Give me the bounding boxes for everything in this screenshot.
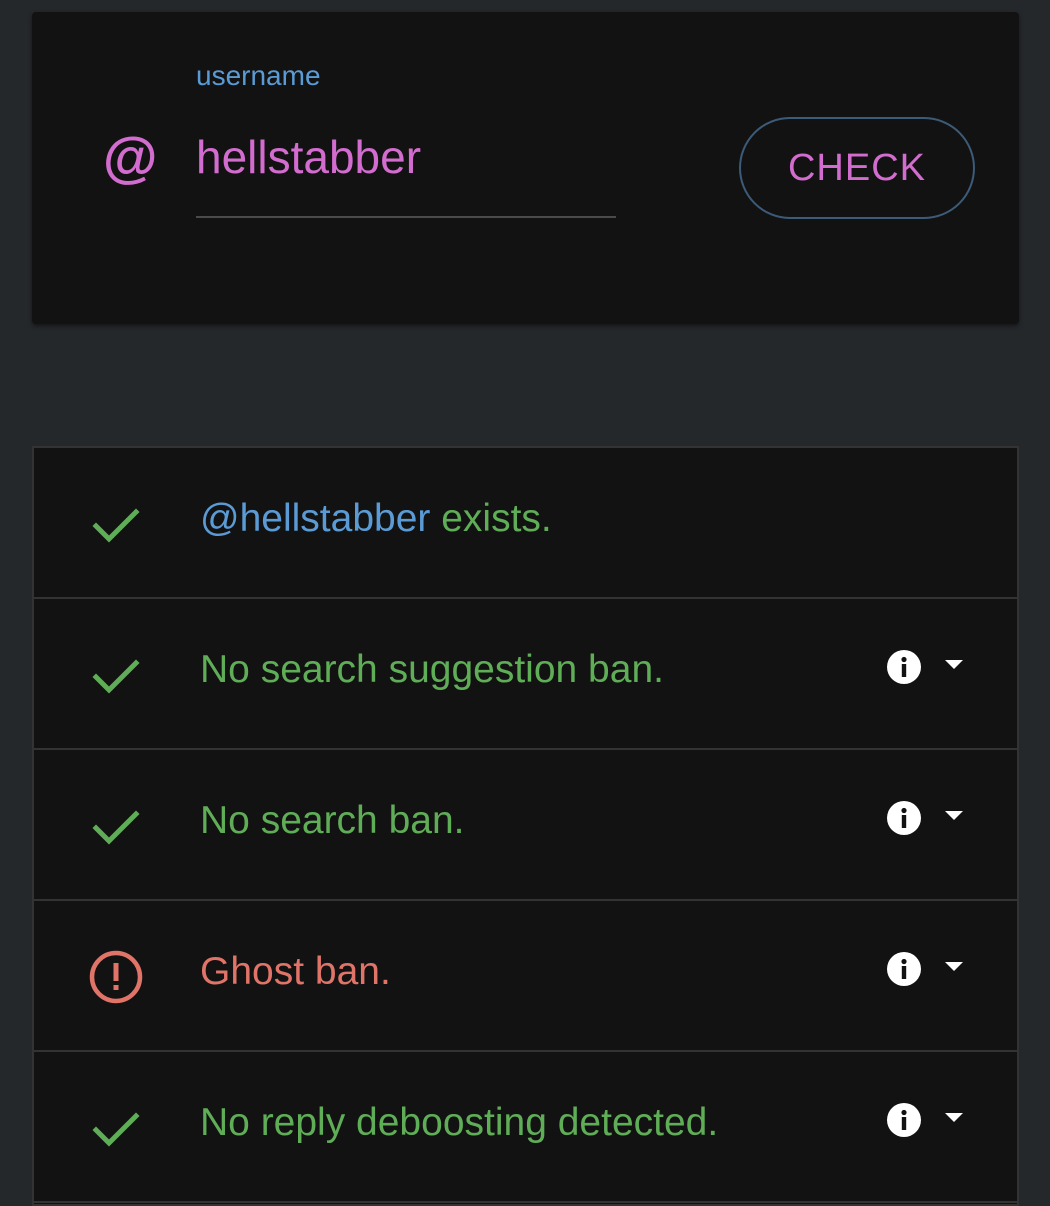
chevron-down-icon[interactable] xyxy=(942,959,966,975)
result-status-text: No search suggestion ban. xyxy=(200,648,664,691)
chevron-down-icon[interactable] xyxy=(942,1110,966,1126)
check-icon xyxy=(92,508,140,543)
check-icon xyxy=(92,810,140,845)
username-mention: @hellstabber xyxy=(200,497,431,540)
result-row-exists: @hellstabber exists. xyxy=(34,448,1017,599)
username-input[interactable] xyxy=(196,132,616,183)
result-status-text: Ghost ban. xyxy=(200,950,391,993)
check-button[interactable]: CHECK xyxy=(739,117,975,219)
chevron-down-icon[interactable] xyxy=(942,657,966,673)
username-field-underline xyxy=(196,216,616,218)
username-field-label: username xyxy=(196,60,321,91)
results-list: @hellstabber exists. No search suggestio… xyxy=(32,446,1019,1206)
result-status-text: No search ban. xyxy=(200,799,465,842)
at-icon: @ xyxy=(102,126,157,189)
result-row-reply-deboosting: No reply deboosting detected. xyxy=(34,1052,1017,1203)
result-status-text: exists. xyxy=(430,497,552,540)
result-row-search-ban: No search ban. xyxy=(34,750,1017,901)
result-row-ghost-ban: Ghost ban. xyxy=(34,901,1017,1052)
result-status-text: No reply deboosting detected. xyxy=(200,1101,719,1144)
username-search-card: @ username CHECK xyxy=(32,12,1019,324)
info-icon[interactable] xyxy=(886,1102,922,1138)
check-icon xyxy=(92,1112,140,1147)
info-icon[interactable] xyxy=(886,951,922,987)
alert-circle-icon xyxy=(89,950,143,1004)
result-text: @hellstabber exists. xyxy=(200,497,552,541)
info-icon[interactable] xyxy=(886,800,922,836)
result-row-search-suggestion-ban: No search suggestion ban. xyxy=(34,599,1017,750)
check-icon xyxy=(92,659,140,694)
info-icon[interactable] xyxy=(886,649,922,685)
chevron-down-icon[interactable] xyxy=(942,808,966,824)
